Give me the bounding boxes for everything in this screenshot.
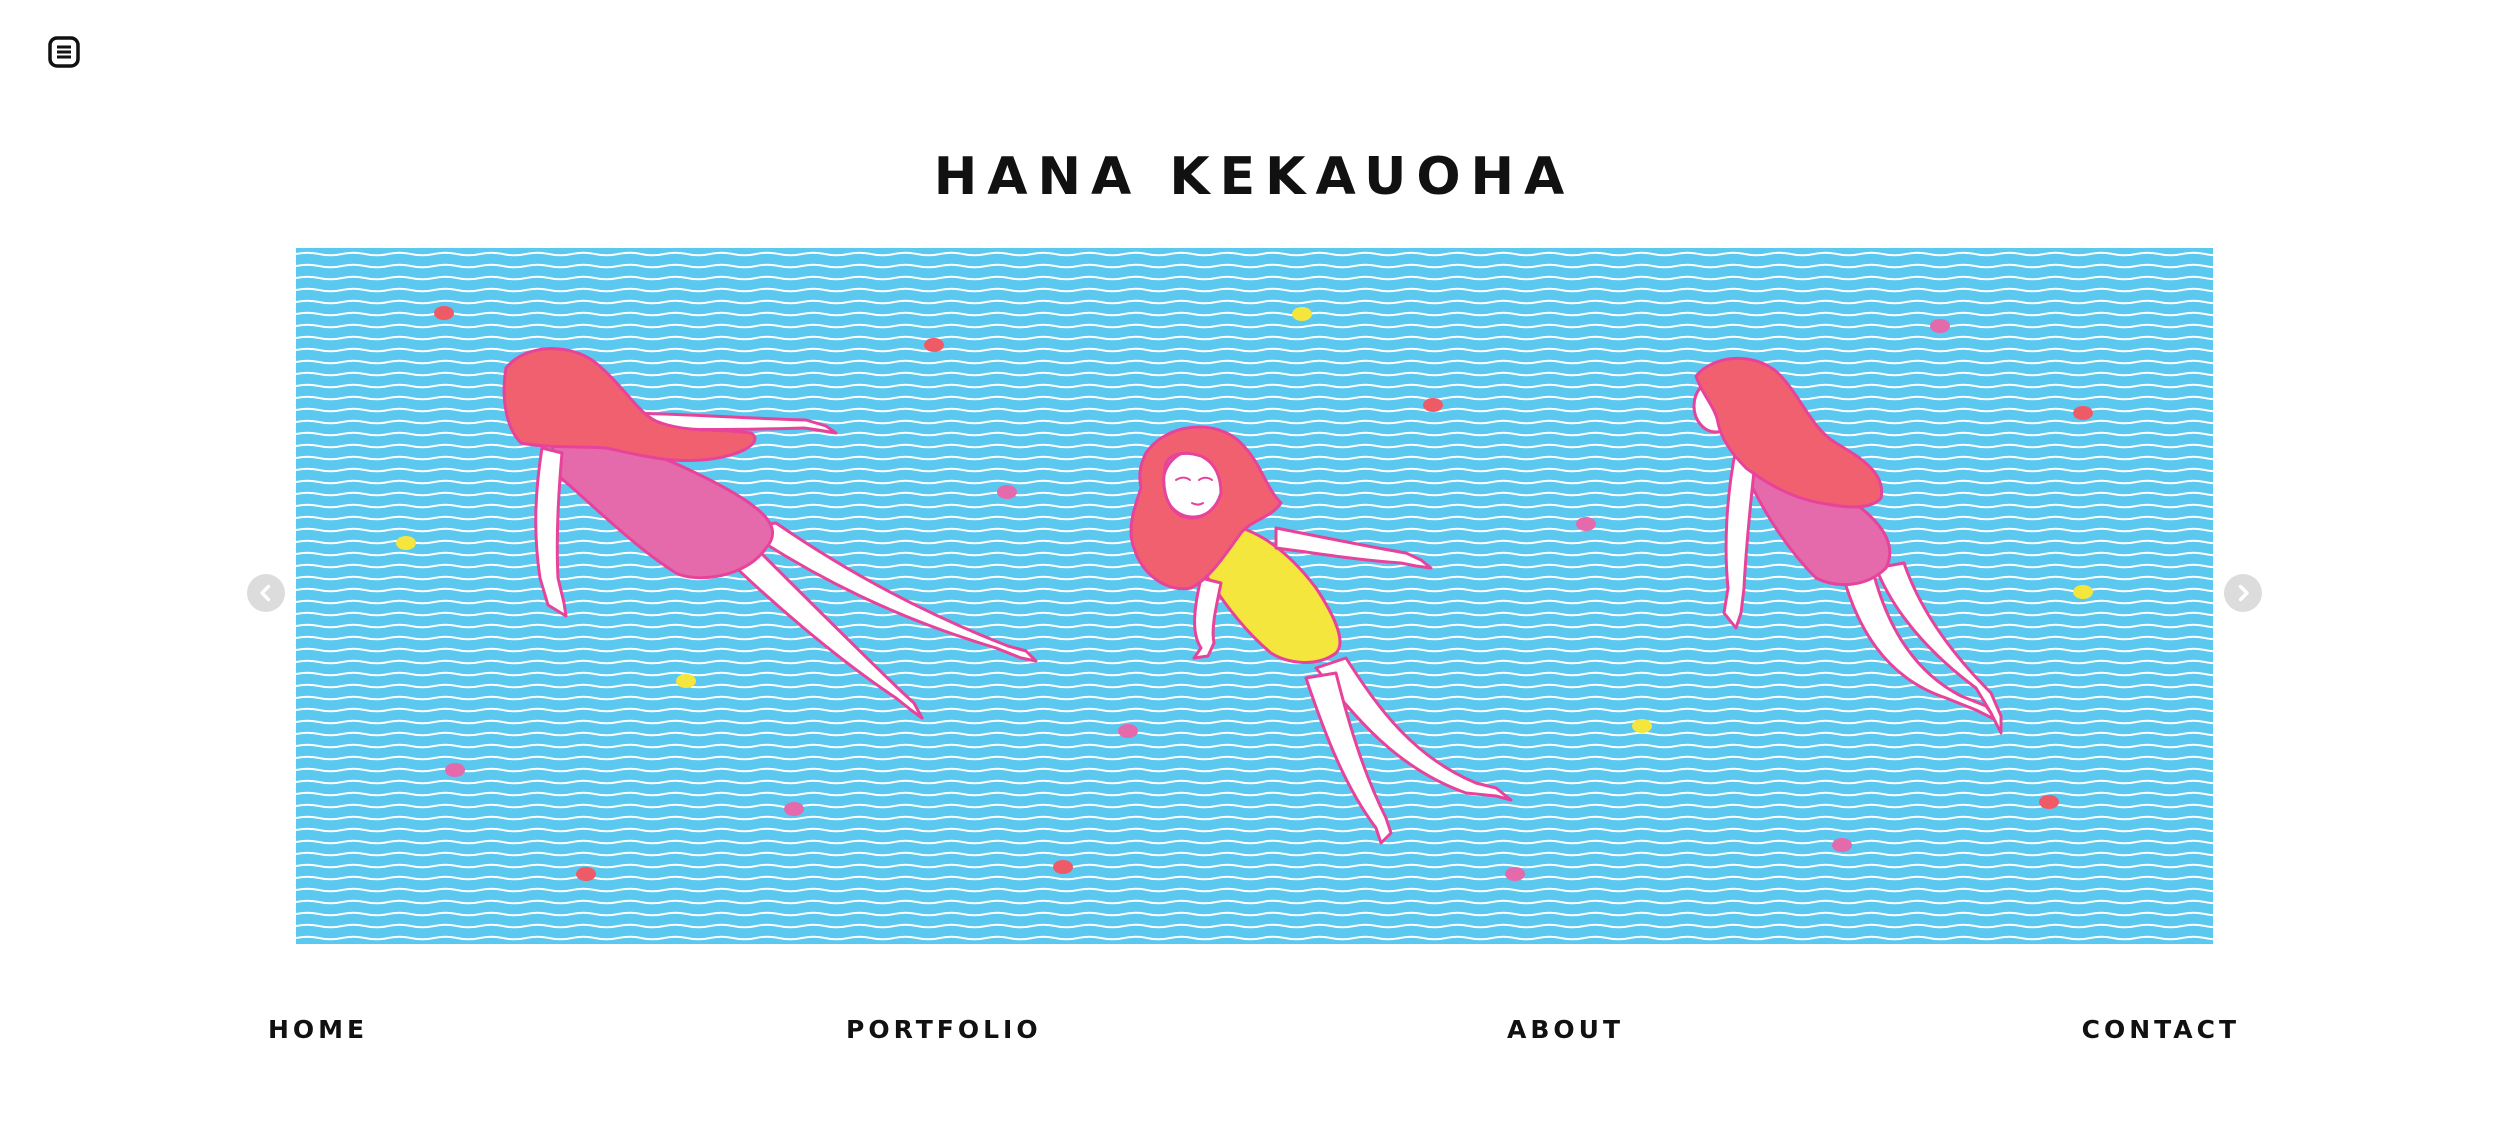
- slider-prev-button[interactable]: [247, 574, 285, 612]
- main-nav: HOME PORTFOLIO ABOUT CONTACT: [0, 1010, 2508, 1050]
- bubble-dot: [676, 674, 696, 688]
- bubble-dot: [445, 763, 465, 777]
- page: HANA KEKAUOHA HOME PORTFOLIO ABOUT CONTA…: [0, 0, 2508, 1146]
- bubble-dot: [1930, 319, 1950, 333]
- bubble-dot: [396, 536, 416, 550]
- bubble-dot: [1632, 719, 1652, 733]
- hero-slider[interactable]: [296, 248, 2213, 944]
- bubble-dot: [924, 338, 944, 352]
- bubble-dot: [576, 867, 596, 881]
- nav-home-link[interactable]: HOME: [268, 1010, 368, 1050]
- menu-icon[interactable]: [46, 34, 82, 70]
- chevron-left-icon: [260, 584, 271, 602]
- bubble-dot: [1053, 860, 1073, 874]
- swimmers-illustration: [296, 248, 2213, 944]
- bubble-dot: [2073, 585, 2093, 599]
- bubble-dot: [434, 306, 454, 320]
- bubble-dot: [1423, 398, 1443, 412]
- bubble-dot: [2073, 406, 2093, 420]
- bubble-dot: [1292, 307, 1312, 321]
- bubble-dot: [1118, 724, 1138, 738]
- bubble-dot: [2039, 795, 2059, 809]
- chevron-right-icon: [2238, 584, 2249, 602]
- nav-about-link[interactable]: ABOUT: [1507, 1010, 1624, 1050]
- nav-contact-link[interactable]: CONTACT: [2082, 1010, 2240, 1050]
- bubble-dot: [784, 802, 804, 816]
- bubble-dot: [1505, 867, 1525, 881]
- bubble-dot: [1576, 517, 1596, 531]
- bubble-dot: [997, 485, 1017, 499]
- nav-portfolio-link[interactable]: PORTFOLIO: [846, 1010, 1042, 1050]
- bubble-dot: [1832, 838, 1852, 852]
- site-title[interactable]: HANA KEKAUOHA: [0, 141, 2508, 213]
- slider-next-button[interactable]: [2224, 574, 2262, 612]
